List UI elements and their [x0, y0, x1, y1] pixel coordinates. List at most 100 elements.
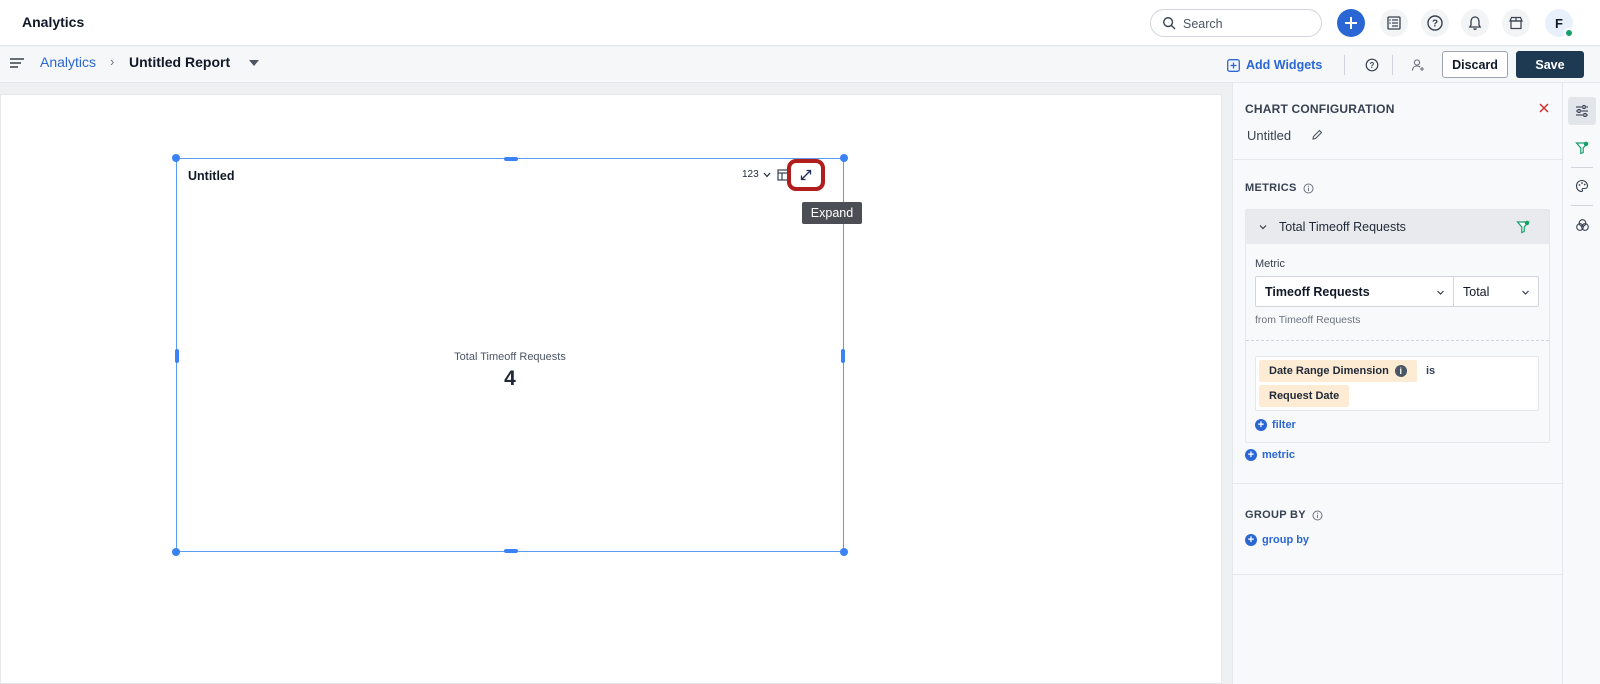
- palette-icon: [1575, 179, 1589, 193]
- document-list-icon: [1387, 16, 1401, 30]
- pencil-icon[interactable]: [1311, 129, 1323, 141]
- metric-title: Total Timeoff Requests: [1279, 220, 1406, 234]
- add-metric-label: metric: [1262, 449, 1296, 461]
- report-menu-caret-icon[interactable]: [249, 60, 259, 66]
- plus-circle-icon: +: [1245, 449, 1257, 461]
- resize-handle-right[interactable]: [841, 349, 845, 363]
- report-help-button[interactable]: ?: [1361, 54, 1383, 76]
- metrics-section-label: METRICS: [1245, 182, 1314, 194]
- filter-funnel-icon: [1575, 141, 1589, 155]
- top-navigation-bar: Analytics Search ? F: [0, 0, 1600, 46]
- add-filter-label: filter: [1272, 419, 1296, 431]
- chart-name: Untitled: [1247, 128, 1292, 143]
- chevron-down-icon: [1259, 225, 1267, 230]
- panel-title: CHART CONFIGURATION: [1245, 102, 1395, 116]
- help-circle-icon: ?: [1365, 58, 1379, 72]
- avatar-initial: F: [1555, 15, 1563, 31]
- metric-select-value: Timeoff Requests: [1265, 285, 1370, 299]
- store-button[interactable]: [1502, 9, 1530, 37]
- create-button[interactable]: [1337, 9, 1365, 37]
- sliders-icon: [1576, 105, 1588, 117]
- report-title: Untitled Report: [129, 54, 231, 70]
- chevron-down-icon: [763, 172, 771, 177]
- filter-dimension-label: Date Range Dimension: [1269, 365, 1389, 377]
- panel-tab-rail: [1562, 83, 1600, 684]
- store-icon: [1509, 16, 1523, 30]
- resize-handle-bottom[interactable]: [504, 549, 518, 553]
- resize-handle-bottom-right[interactable]: [840, 548, 848, 556]
- plus-circle-icon: +: [1245, 534, 1257, 546]
- svg-text:?: ?: [1432, 19, 1438, 30]
- widget-title: Untitled: [188, 169, 235, 183]
- save-button[interactable]: Save: [1516, 51, 1584, 78]
- breadcrumb-separator: ›: [110, 54, 115, 69]
- resize-handle-top[interactable]: [504, 157, 518, 161]
- add-widgets-button[interactable]: Add Widgets: [1227, 53, 1322, 77]
- aggregation-select-value: Total: [1463, 285, 1490, 299]
- chevron-down-icon: [1437, 290, 1444, 295]
- discard-button[interactable]: Discard: [1442, 51, 1508, 78]
- online-status-icon: [1564, 28, 1574, 38]
- kpi-label: Total Timeoff Requests: [454, 351, 566, 363]
- bell-icon: [1468, 16, 1482, 30]
- info-icon: i: [1394, 365, 1407, 377]
- section-divider: [1233, 574, 1563, 575]
- metrics-label: METRICS: [1245, 182, 1297, 194]
- filter-funnel-icon[interactable]: [1516, 220, 1530, 234]
- chart-configuration-panel: CHART CONFIGURATION Untitled METRICS Tot…: [1232, 83, 1563, 684]
- filter-dimension-chip[interactable]: Date Range Dimension i: [1259, 360, 1417, 382]
- kpi-widget[interactable]: Untitled 123 Total Timeoff Requests 4: [172, 154, 848, 556]
- chart-type-selector[interactable]: 123: [742, 169, 771, 180]
- user-share-icon: [1411, 59, 1424, 71]
- add-metric-button[interactable]: + metric: [1245, 449, 1295, 461]
- chevron-down-icon: [1522, 290, 1529, 295]
- filters-tab[interactable]: [1568, 134, 1596, 162]
- filter-value-chip[interactable]: Request Date: [1259, 385, 1350, 407]
- styling-tab[interactable]: [1568, 172, 1596, 200]
- expand-button[interactable]: [787, 159, 825, 191]
- close-icon[interactable]: [1538, 102, 1550, 114]
- breadcrumb-analytics-link[interactable]: Analytics: [40, 54, 96, 70]
- section-divider: [1233, 483, 1563, 484]
- expand-tooltip: Expand: [802, 202, 862, 224]
- search-input[interactable]: Search: [1150, 9, 1322, 37]
- info-icon: [1312, 510, 1323, 520]
- share-button[interactable]: [1407, 54, 1429, 76]
- rail-divider: [1571, 167, 1593, 168]
- add-filter-button[interactable]: + filter: [1255, 419, 1296, 431]
- plus-icon: [1345, 17, 1357, 29]
- group-by-section-label: GROUP BY: [1245, 509, 1323, 521]
- network-nodes-icon: [1575, 218, 1589, 231]
- add-widgets-label: Add Widgets: [1246, 58, 1323, 72]
- section-divider: [1233, 159, 1563, 160]
- notifications-button[interactable]: [1461, 9, 1489, 37]
- filter-value-label: Request Date: [1269, 390, 1340, 402]
- menu-icon[interactable]: [10, 57, 24, 69]
- aggregation-select[interactable]: Total: [1453, 276, 1539, 307]
- search-placeholder: Search: [1183, 17, 1223, 31]
- info-icon: [1303, 183, 1314, 193]
- toolbar-divider: [1344, 55, 1345, 75]
- chart-type-label: 123: [742, 169, 759, 180]
- add-widget-icon: [1227, 58, 1240, 72]
- kpi-value: 4: [504, 367, 516, 390]
- add-group-by-button[interactable]: + group by: [1245, 534, 1309, 546]
- resize-handle-bottom-left[interactable]: [172, 548, 180, 556]
- help-circle-icon: ?: [1427, 15, 1443, 31]
- resize-handle-left[interactable]: [175, 349, 179, 363]
- metric-field-label: Metric: [1255, 258, 1285, 270]
- resize-handle-top-right[interactable]: [840, 154, 848, 162]
- metric-card-header[interactable]: Total Timeoff Requests: [1246, 210, 1549, 244]
- toolbar-divider: [1392, 55, 1393, 75]
- group-by-label: GROUP BY: [1245, 509, 1306, 521]
- user-avatar[interactable]: F: [1545, 9, 1574, 38]
- ai-assist-tab[interactable]: [1568, 211, 1596, 239]
- search-icon: [1163, 17, 1176, 30]
- reports-button[interactable]: [1380, 9, 1408, 37]
- dashed-divider: [1246, 340, 1549, 341]
- help-button[interactable]: ?: [1421, 9, 1449, 37]
- resize-handle-top-left[interactable]: [172, 154, 180, 162]
- report-toolbar: Analytics › Untitled Report Add Widgets …: [0, 47, 1600, 83]
- metric-select[interactable]: Timeoff Requests: [1255, 276, 1454, 307]
- configuration-tab[interactable]: [1568, 97, 1596, 125]
